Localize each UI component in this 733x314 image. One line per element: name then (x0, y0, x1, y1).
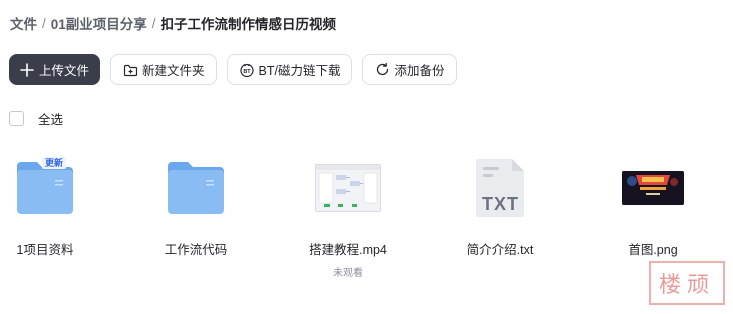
folder-icon (168, 162, 224, 214)
backup-sync-icon (374, 62, 390, 78)
breadcrumb-separator: / (42, 15, 46, 31)
new-folder-button-label: 新建文件夹 (142, 64, 205, 78)
breadcrumb-item-files[interactable]: 文件 (10, 13, 37, 33)
file-item-image[interactable]: 首图.png (593, 148, 713, 260)
file-name: 1项目资料 (16, 243, 74, 257)
plus-icon (19, 62, 35, 78)
add-backup-button-label: 添加备份 (394, 64, 445, 78)
new-folder-icon (122, 62, 138, 78)
upload-button-label: 上传文件 (39, 64, 90, 78)
select-all: 全选 (9, 109, 63, 128)
toolbar: 上传文件 新建文件夹 BT BT/磁力链下载 添加备份 (9, 54, 457, 85)
add-backup-button[interactable]: 添加备份 (362, 54, 457, 85)
breadcrumb: 文件 / 01副业项目分享 / 扣子工作流制作情感日历视频 (10, 12, 336, 34)
file-thumbnail (593, 148, 713, 228)
video-thumbnail (315, 164, 381, 212)
select-all-label[interactable]: 全选 (38, 109, 63, 128)
upload-button[interactable]: 上传文件 (9, 54, 101, 85)
image-thumbnail (622, 171, 684, 205)
breadcrumb-item-folder[interactable]: 01副业项目分享 (51, 13, 147, 33)
update-badge: 更新 (42, 157, 67, 169)
magnet-download-button[interactable]: BT BT/磁力链下载 (226, 54, 353, 85)
file-item-video[interactable]: 搭建教程.mp4 未观看 (288, 148, 408, 279)
file-thumbnail: 更新 (0, 148, 105, 228)
file-thumbnail (136, 148, 256, 228)
watch-status: 未观看 (333, 268, 363, 279)
file-name: 简介介绍.txt (466, 243, 534, 257)
file-item-folder[interactable]: 工作流代码 (136, 148, 256, 260)
watermark-stamp: 楼顽 (649, 261, 725, 305)
file-thumbnail: TXT (440, 148, 560, 228)
breadcrumb-item-current: 扣子工作流制作情感日历视频 (160, 17, 337, 32)
file-item-folder[interactable]: 更新 1项目资料 (0, 148, 105, 260)
file-thumbnail (288, 148, 408, 228)
file-item-text[interactable]: TXT 简介介绍.txt (440, 148, 560, 260)
file-name: 首图.png (628, 243, 678, 257)
txt-ext-label: TXT (482, 194, 519, 214)
new-folder-button[interactable]: 新建文件夹 (110, 54, 217, 85)
file-name: 搭建教程.mp4 (309, 243, 387, 257)
bt-magnet-icon: BT (239, 62, 255, 78)
breadcrumb-separator: / (151, 15, 156, 31)
svg-text:BT: BT (243, 69, 251, 75)
magnet-download-button-label: BT/磁力链下载 (258, 64, 341, 78)
select-all-checkbox[interactable] (9, 111, 24, 126)
file-name: 工作流代码 (164, 243, 228, 257)
